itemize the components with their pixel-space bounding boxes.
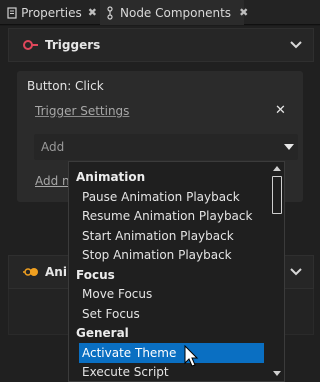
- triggers-section-title: Triggers: [45, 38, 101, 52]
- remove-trigger-icon[interactable]: ✕: [275, 103, 286, 118]
- dropdown-item-activate-theme[interactable]: Activate Theme: [79, 342, 264, 363]
- dropdown-item-start-animation-playback[interactable]: Start Animation Playback: [69, 226, 271, 246]
- dropdown-item-resume-animation-playback[interactable]: Resume Animation Playback: [69, 206, 271, 226]
- triggers-icon: [23, 39, 39, 51]
- dropdown-item-move-focus[interactable]: Move Focus: [69, 284, 271, 304]
- dropdown-item-stop-animation-playback[interactable]: Stop Animation Playback: [69, 245, 271, 265]
- triggers-section-header[interactable]: Triggers: [8, 28, 314, 62]
- dropdown-group-focus: Focus: [76, 267, 115, 282]
- close-icon[interactable]: ✖: [88, 6, 97, 19]
- action-dropdown-list[interactable]: Animation Pause Animation Playback Resume …: [68, 161, 285, 382]
- tab-bar: Properties ✖ Node Components ✖: [0, 0, 320, 25]
- trigger-settings-link[interactable]: Trigger Settings: [35, 104, 129, 118]
- dropdown-item-execute-script[interactable]: Execute Script: [69, 362, 271, 381]
- dropdown-item-pause-animation-playback[interactable]: Pause Animation Playback: [69, 187, 271, 207]
- dropdown-group-general: General: [76, 326, 129, 340]
- chevron-down-icon[interactable]: [289, 38, 303, 55]
- dropdown-item-set-focus[interactable]: Set Focus: [69, 304, 271, 324]
- trigger-title: Button: Click: [27, 79, 104, 93]
- animation-icon: [23, 266, 39, 278]
- dropdown-scrollbar[interactable]: [271, 164, 283, 380]
- chevron-down-icon[interactable]: [289, 265, 303, 282]
- dropdown-group-animation: Animation: [76, 170, 146, 184]
- scroll-down-arrow-icon[interactable]: [273, 371, 281, 376]
- add-action-placeholder: Add: [41, 140, 65, 154]
- mouse-cursor-icon: [184, 345, 199, 367]
- add-action-select[interactable]: Add: [34, 134, 298, 160]
- add-node-link[interactable]: Add node: [35, 174, 69, 188]
- tab-node-components[interactable]: Node Components ✖: [100, 0, 248, 25]
- tab-properties-label: Properties: [21, 5, 82, 20]
- scrollbar-thumb[interactable]: [272, 176, 282, 214]
- tab-node-components-label: Node Components: [120, 5, 232, 20]
- scroll-up-arrow-icon[interactable]: [273, 166, 281, 171]
- node-components-icon: [104, 5, 116, 20]
- tab-properties[interactable]: Properties ✖: [0, 0, 97, 25]
- close-icon[interactable]: ✖: [239, 6, 248, 19]
- properties-icon: [6, 6, 17, 20]
- dropdown-arrow-icon[interactable]: [284, 144, 294, 150]
